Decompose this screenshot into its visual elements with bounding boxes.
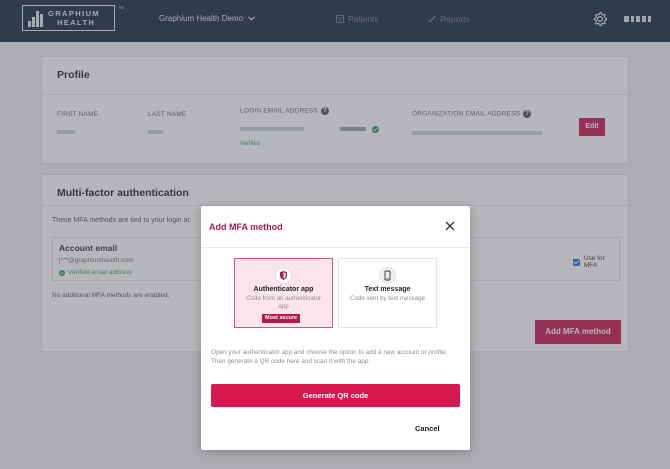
add-mfa-modal: Add MFA method Authenticator app Code fr…	[201, 206, 470, 450]
option-text-message[interactable]: Text message Code sent by text message	[338, 258, 437, 328]
most-secure-badge: Most secure	[262, 314, 301, 323]
modal-divider	[201, 247, 470, 248]
option-title: Authenticator app	[253, 286, 314, 293]
modal-title: Add MFA method	[209, 222, 283, 232]
instructions-text: Open your authenticator app and choose t…	[211, 349, 448, 365]
option-authenticator-app[interactable]: Authenticator app Code from an authentic…	[234, 258, 333, 328]
option-title: Text message	[364, 286, 411, 293]
close-icon[interactable]	[444, 220, 456, 232]
cancel-button[interactable]: Cancel	[415, 424, 440, 433]
phone-icon	[379, 267, 396, 284]
option-subtitle: Code sent by text message	[350, 295, 425, 302]
generate-qr-code-button[interactable]: Generate QR code	[211, 384, 460, 407]
shield-icon	[275, 267, 292, 284]
option-subtitle: Code from an authenticator app	[246, 295, 321, 310]
